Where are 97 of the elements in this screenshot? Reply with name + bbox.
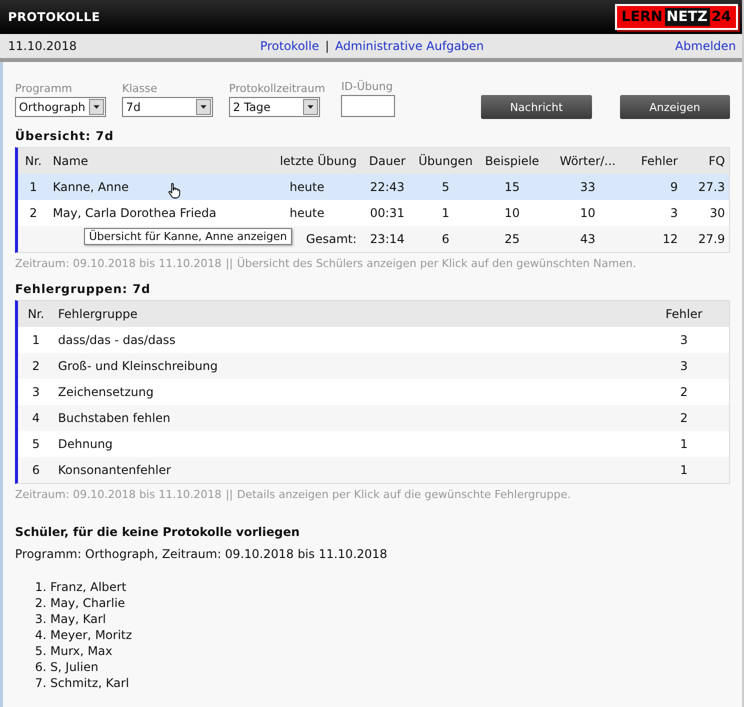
table-cell: 1 — [639, 457, 729, 483]
table-row[interactable]: 1 dass/das - das/dass 3 — [18, 327, 729, 353]
student-name-link[interactable]: May, Carla Dorothea Frieda — [52, 206, 216, 220]
column-header[interactable]: Wörter/... — [546, 148, 629, 174]
table-cell: 3 — [639, 327, 729, 353]
table-row[interactable]: 2 Groß- und Kleinschreibung 3 — [18, 353, 729, 379]
logout-link[interactable]: Abmelden — [675, 39, 736, 53]
column-header[interactable]: FQ — [682, 148, 729, 174]
filter-label: ID-Übung — [341, 80, 394, 93]
table-cell: heute — [253, 200, 361, 226]
table-cell: 22:43 — [360, 174, 414, 200]
column-header[interactable]: Dauer — [360, 148, 414, 174]
column-header[interactable]: Beispiele — [477, 148, 547, 174]
filter-select[interactable]: 2 Tage — [229, 97, 320, 117]
column-header[interactable]: Übungen — [414, 148, 478, 174]
filter-label: Protokollzeitraum — [229, 82, 326, 95]
nav-link[interactable]: Protokolle — [260, 39, 320, 53]
hint-note: Übersicht des Schülers anzeigen per Klick auf den gewünschten Namen. — [236, 257, 636, 270]
id-input-field[interactable] — [341, 95, 396, 117]
table-cell: 27.9 — [682, 226, 729, 252]
table-cell: heute — [253, 174, 361, 200]
show-button[interactable]: Anzeigen — [620, 95, 730, 119]
table-row[interactable]: 3 Zeichensetzung 2 — [18, 379, 729, 405]
column-header[interactable]: Nr. — [18, 301, 54, 327]
table-cell: 00:31 — [360, 200, 414, 226]
student-list-item: 7. Schmitz, Karl — [35, 675, 130, 691]
table-cell: 9 — [628, 174, 682, 200]
table-cell: Buchstaben fehlen — [54, 405, 639, 431]
filter-label: Programm — [15, 82, 74, 95]
table-cell: 4 — [18, 405, 54, 431]
hint-note: Details anzeigen per Klick auf die gewünschte Fehlergruppe. — [236, 488, 571, 501]
column-header[interactable]: Name — [48, 148, 254, 174]
table-cell: 43 — [546, 226, 629, 252]
table-cell: 25 — [477, 226, 547, 252]
table-cell: 10 — [477, 200, 547, 226]
section-title: Fehlergruppen: 7d — [15, 282, 152, 296]
table-cell: dass/das - das/dass — [54, 327, 639, 353]
section-subtitle: Programm: Orthograph, Zeitraum: 09.10.2018 bis 11.10.2018 — [15, 547, 388, 561]
table-cell: 2 — [18, 200, 49, 226]
student-name-link[interactable]: Kanne, Anne — [52, 180, 129, 194]
page-title: PROTOKOLLE — [8, 10, 100, 24]
table-cell: Konsonantenfehler — [54, 457, 639, 483]
table-cell: 23:14 — [360, 226, 414, 252]
filter-label: Klasse — [122, 82, 158, 95]
table-cell: 3 — [639, 353, 729, 379]
table-cell: Zeichensetzung — [54, 379, 639, 405]
table-cell: 30 — [682, 200, 729, 226]
table-row[interactable]: 5 Dehnung 1 — [18, 431, 729, 457]
table-row[interactable]: 4 Buchstaben fehlen 2 — [18, 405, 729, 431]
message-button[interactable]: Nachricht — [481, 95, 592, 119]
table-cell: 6 — [414, 226, 478, 252]
column-header[interactable]: Nr. — [18, 148, 49, 174]
column-header[interactable]: Fehler — [639, 301, 729, 327]
student-list-item: 4. Meyer, Moritz — [35, 627, 134, 643]
table-cell: 1 — [18, 327, 54, 353]
table-cell: 1 — [639, 431, 729, 457]
period-note: Zeitraum: 09.10.2018 bis 11.10.2018 — [15, 488, 222, 501]
table-cell: Groß- und Kleinschreibung — [54, 353, 639, 379]
student-list-item: 1. Franz, Albert — [35, 579, 128, 595]
filter-select[interactable]: 7d — [122, 97, 213, 117]
column-header[interactable]: Fehlergruppe — [54, 301, 639, 327]
column-header[interactable]: letzte Übung — [253, 148, 361, 174]
tooltip: Übersicht für Kanne, Anne anzeigen — [84, 228, 292, 245]
logo: LERN NETZ 24 — [614, 4, 738, 30]
student-list-item: 3. May, Karl — [35, 611, 107, 627]
table-cell: 1 — [414, 200, 478, 226]
student-list-item: 2. May, Charlie — [35, 595, 126, 611]
student-list-item: 5. Murx, Max — [35, 643, 114, 659]
table-cell: 3 — [18, 379, 54, 405]
column-header[interactable]: Fehler — [628, 148, 682, 174]
table-cell: 2 — [639, 405, 729, 431]
table-cell: 1 — [18, 174, 49, 200]
student-list-item: 6. S, Julien — [35, 659, 100, 675]
table-cell: 27.3 — [682, 174, 729, 200]
table-cell: 2 — [639, 379, 729, 405]
section-title: Übersicht: 7d — [15, 129, 115, 143]
table-cell: 5 — [414, 174, 478, 200]
hand-cursor-icon — [168, 182, 182, 199]
table-cell: 12 — [628, 226, 682, 252]
filter-select[interactable]: Orthograph — [15, 97, 106, 117]
date-label: 11.10.2018 — [8, 39, 78, 53]
nav-link[interactable]: Administrative Aufgaben — [335, 39, 484, 53]
table-cell: 10 — [546, 200, 629, 226]
table-cell: 3 — [628, 200, 682, 226]
section-title: Schüler, für die keine Protokolle vorliegen — [15, 525, 301, 539]
nav-separator: | — [325, 39, 330, 53]
table-cell: 15 — [477, 174, 547, 200]
note-separator: || — [226, 257, 233, 270]
table-cell: 33 — [546, 174, 629, 200]
period-note: Zeitraum: 09.10.2018 bis 11.10.2018 — [15, 257, 222, 270]
total-label: Gesamt: — [306, 232, 357, 246]
table-cell: 5 — [18, 431, 54, 457]
table-cell: 6 — [18, 457, 54, 483]
note-separator: || — [226, 488, 233, 501]
table-row[interactable]: 2 May, Carla Dorothea Frieda heute 00:31 1 10 10 3 30 — [18, 200, 729, 226]
table-cell: 2 — [18, 353, 54, 379]
table-cell: Dehnung — [54, 431, 639, 457]
